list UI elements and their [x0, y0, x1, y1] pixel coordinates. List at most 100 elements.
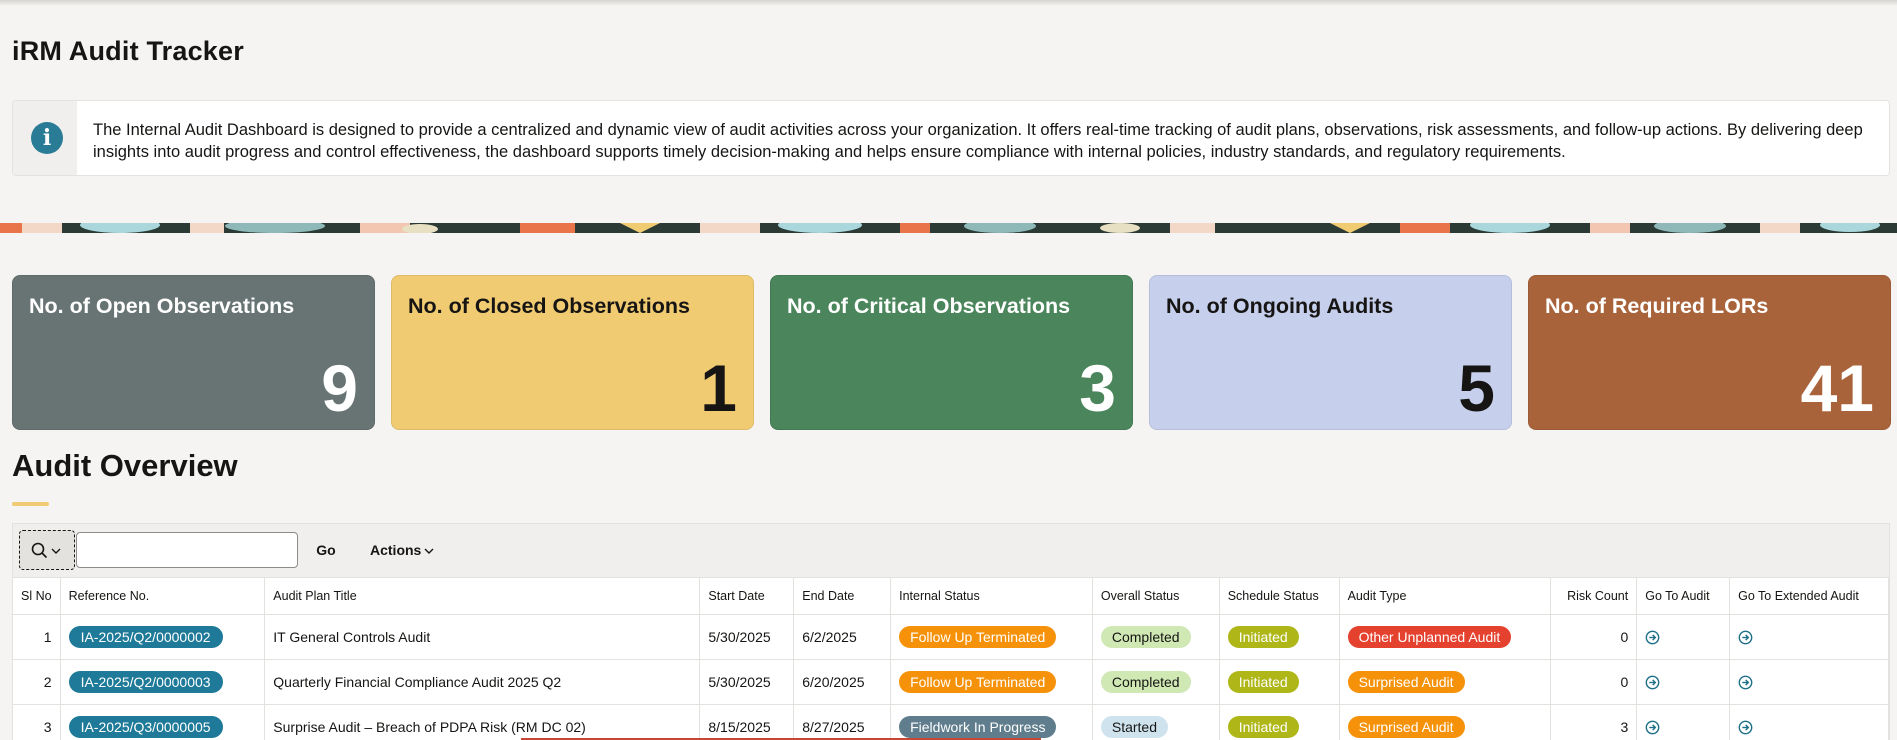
- actions-menu-button[interactable]: Actions: [370, 532, 435, 568]
- cell-audit-type: Surprised Audit: [1339, 659, 1552, 705]
- cell-sl-no: 3: [13, 704, 61, 740]
- info-alert: i The Internal Audit Dashboard is design…: [12, 100, 1890, 176]
- overall-status-badge: Completed: [1100, 670, 1191, 693]
- audit-type-badge: Surprised Audit: [1347, 670, 1465, 693]
- card-value: 3: [1079, 351, 1116, 425]
- table-row: 2 IA-2025/Q2/0000003 Quarterly Financial C…: [13, 659, 1889, 705]
- cell-title: Surprise Audit – Breach of PDPA Risk (RM…: [264, 704, 701, 740]
- cell-internal-status: Follow Up Terminated: [890, 659, 1093, 705]
- schedule-status-badge: Initiated: [1227, 670, 1299, 693]
- cell-audit-type: Surprised Audit: [1339, 704, 1552, 740]
- card-value: 9: [321, 351, 358, 425]
- column-header-schedule-status[interactable]: Schedule Status: [1219, 578, 1340, 615]
- cell-start-date: 8/15/2025: [699, 704, 795, 740]
- cell-internal-status: Fieldwork In Progress: [890, 704, 1093, 740]
- closed-observations-card[interactable]: No. of Closed Observations 1: [391, 275, 754, 430]
- table-header-row: Sl No Reference No. Audit Plan Title Sta…: [13, 578, 1889, 615]
- overall-status-badge: Completed: [1100, 625, 1191, 648]
- cell-schedule-status: Initiated: [1219, 704, 1340, 740]
- search-column-button[interactable]: [19, 530, 75, 570]
- cell-reference: IA-2025/Q2/0000003: [60, 659, 266, 705]
- section-title: Audit Overview: [12, 448, 238, 483]
- cell-go-to-extended-audit: [1729, 704, 1889, 740]
- cell-schedule-status: Initiated: [1219, 659, 1340, 705]
- column-header-reference[interactable]: Reference No.: [60, 578, 266, 615]
- cell-schedule-status: Initiated: [1219, 614, 1340, 660]
- cell-audit-type: Other Unplanned Audit: [1339, 614, 1552, 660]
- schedule-status-badge: Initiated: [1227, 715, 1299, 738]
- go-to-extended-audit-icon[interactable]: [1738, 675, 1753, 690]
- go-button[interactable]: Go: [303, 532, 349, 568]
- section-underline: [12, 502, 49, 506]
- card-value: 41: [1800, 351, 1874, 425]
- card-title: No. of Required LORs: [1545, 294, 1769, 318]
- cell-go-to-audit: [1636, 659, 1731, 705]
- reference-link[interactable]: IA-2025/Q2/0000003: [68, 670, 223, 693]
- audit-table: Sl No Reference No. Audit Plan Title Sta…: [13, 578, 1889, 740]
- column-header-sl-no[interactable]: Sl No: [13, 578, 61, 615]
- search-input[interactable]: [76, 532, 298, 568]
- column-header-title[interactable]: Audit Plan Title: [264, 578, 701, 615]
- go-to-extended-audit-icon[interactable]: [1738, 720, 1753, 735]
- cell-internal-status: Follow Up Terminated: [890, 614, 1093, 660]
- go-to-audit-icon[interactable]: [1645, 720, 1660, 735]
- go-to-extended-audit-icon[interactable]: [1738, 630, 1753, 645]
- page-title: iRM Audit Tracker: [12, 36, 244, 66]
- cell-start-date: 5/30/2025: [699, 659, 795, 705]
- internal-status-badge: Fieldwork In Progress: [899, 715, 1057, 738]
- card-title: No. of Closed Observations: [408, 294, 690, 318]
- cell-risk-count: 3: [1550, 704, 1638, 740]
- cell-title: IT General Controls Audit: [264, 614, 701, 660]
- cell-go-to-audit: [1636, 614, 1731, 660]
- cell-go-to-extended-audit: [1729, 614, 1889, 660]
- cell-risk-count: 0: [1550, 659, 1638, 705]
- info-text: The Internal Audit Dashboard is designed…: [93, 121, 1863, 161]
- cell-end-date: 8/27/2025: [793, 704, 892, 740]
- column-header-start-date[interactable]: Start Date: [699, 578, 795, 615]
- cell-start-date: 5/30/2025: [699, 614, 795, 660]
- cell-reference: IA-2025/Q3/0000005: [60, 704, 266, 740]
- column-header-risk-count[interactable]: Risk Count: [1550, 578, 1638, 615]
- internal-status-badge: Follow Up Terminated: [899, 625, 1057, 648]
- table-row: 1 IA-2025/Q2/0000002 IT General Controls A…: [13, 614, 1889, 660]
- search-icon: [31, 542, 61, 559]
- go-to-audit-icon[interactable]: [1645, 630, 1660, 645]
- column-header-internal-status[interactable]: Internal Status: [890, 578, 1093, 615]
- table-row: 3 IA-2025/Q3/0000005 Surprise Audit – Brea…: [13, 704, 1889, 740]
- audit-overview-report: Go Actions Sl No Reference No. Audit Pla…: [12, 523, 1890, 740]
- cell-sl-no: 2: [13, 659, 61, 705]
- report-toolbar: Go Actions: [13, 524, 1889, 578]
- chevron-down-icon: [424, 548, 434, 555]
- ongoing-audits-card[interactable]: No. of Ongoing Audits 5: [1149, 275, 1512, 430]
- column-header-go-to-extended-audit[interactable]: Go To Extended Audit: [1729, 578, 1889, 615]
- audit-type-badge: Surprised Audit: [1347, 715, 1465, 738]
- column-header-audit-type[interactable]: Audit Type: [1339, 578, 1552, 615]
- internal-status-badge: Follow Up Terminated: [899, 670, 1057, 693]
- reference-link[interactable]: IA-2025/Q3/0000005: [68, 715, 223, 738]
- column-header-overall-status[interactable]: Overall Status: [1092, 578, 1220, 615]
- info-icon-column: i: [13, 101, 77, 175]
- card-title: No. of Critical Observations: [787, 294, 1071, 318]
- required-lors-card[interactable]: No. of Required LORs 41: [1528, 275, 1891, 430]
- actions-label: Actions: [370, 542, 422, 558]
- column-header-go-to-audit[interactable]: Go To Audit: [1636, 578, 1731, 615]
- decorative-banner: [0, 223, 1897, 233]
- column-header-end-date[interactable]: End Date: [793, 578, 892, 615]
- card-title: No. of Open Observations: [29, 294, 295, 318]
- reference-link[interactable]: IA-2025/Q2/0000002: [68, 625, 223, 648]
- cell-title: Quarterly Financial Compliance Audit 202…: [264, 659, 701, 705]
- open-observations-card[interactable]: No. of Open Observations 9: [12, 275, 375, 430]
- cell-go-to-audit: [1636, 704, 1731, 740]
- schedule-status-badge: Initiated: [1227, 625, 1299, 648]
- go-to-audit-icon[interactable]: [1645, 675, 1660, 690]
- cell-end-date: 6/20/2025: [793, 659, 892, 705]
- cell-overall-status: Started: [1092, 704, 1220, 740]
- card-title: No. of Ongoing Audits: [1166, 294, 1394, 318]
- info-icon: i: [31, 122, 63, 154]
- top-shadow: [0, 0, 1897, 6]
- cell-end-date: 6/2/2025: [793, 614, 892, 660]
- overall-status-badge: Started: [1100, 715, 1168, 738]
- audit-type-badge: Other Unplanned Audit: [1347, 625, 1512, 648]
- critical-observations-card[interactable]: No. of Critical Observations 3: [770, 275, 1133, 430]
- cell-overall-status: Completed: [1092, 614, 1220, 660]
